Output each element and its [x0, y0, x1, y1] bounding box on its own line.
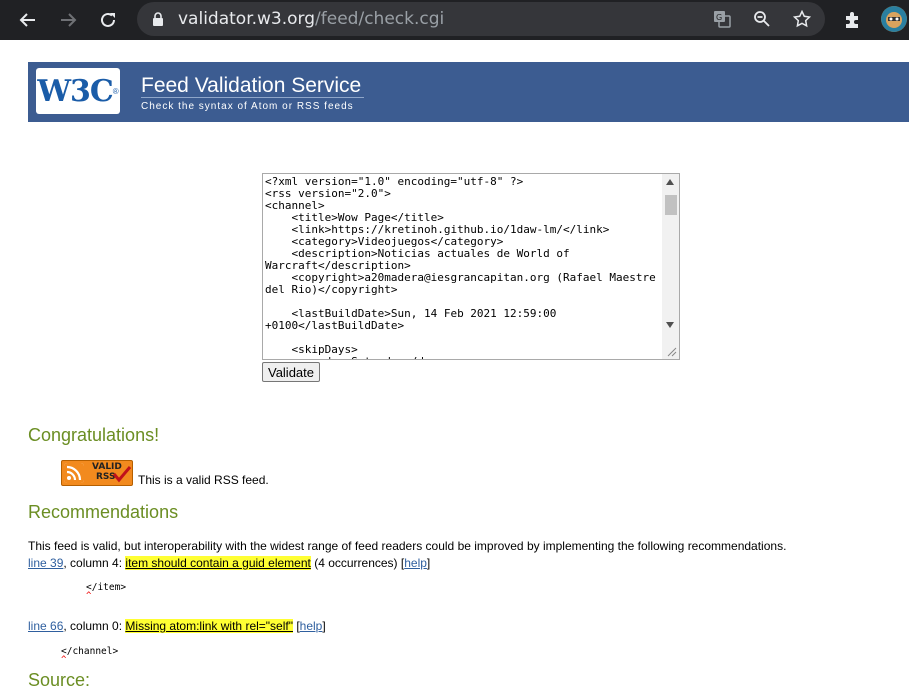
source-heading: Source:	[28, 670, 91, 690]
extensions-puzzle-icon[interactable]	[841, 9, 863, 31]
lock-icon[interactable]	[152, 12, 164, 31]
recommendation-message-link[interactable]: item should contain a guid element	[125, 556, 311, 570]
code-snippet: </channel>	[61, 646, 119, 657]
help-link[interactable]: help	[300, 619, 323, 633]
error-caret: ^	[86, 591, 92, 601]
column-text: , column 4:	[63, 556, 126, 570]
spacer-text	[293, 619, 296, 633]
zoom-icon[interactable]	[752, 9, 772, 29]
title-divider	[141, 97, 364, 98]
back-arrow-icon[interactable]	[17, 9, 39, 31]
forward-arrow-icon[interactable]	[57, 9, 79, 31]
reload-icon[interactable]	[97, 9, 119, 31]
recommendation-item: line 66, column 0: Missing atom:link wit…	[28, 619, 326, 633]
validate-button[interactable]: Validate	[262, 362, 320, 382]
profile-avatar-icon[interactable]	[881, 6, 907, 32]
scrollbar-thumb[interactable]	[665, 195, 677, 215]
code-snippet: </item>	[86, 582, 127, 593]
recommendation-item: line 39, column 4: item should contain a…	[28, 556, 431, 570]
recommendations-intro: This feed is valid, but interoperability…	[28, 539, 787, 553]
valid-rss-badge[interactable]: VALID RSS	[61, 460, 133, 486]
textarea-scrollbar[interactable]	[662, 174, 679, 359]
browser-toolbar: validator.w3.org/feed/check.cgi G	[0, 0, 909, 40]
bookmark-star-icon[interactable]	[792, 9, 812, 29]
help-link[interactable]: help	[404, 556, 427, 570]
line-link[interactable]: line 39	[28, 556, 63, 570]
page-subtitle: Check the syntax of Atom or RSS feeds	[141, 101, 354, 112]
url-path: /feed/check.cgi	[315, 9, 445, 29]
w3c-logo-text: W3C	[37, 73, 113, 109]
translate-icon[interactable]: G	[712, 9, 732, 29]
url-host: validator.w3.org	[178, 9, 316, 29]
rss-feed-icon	[64, 463, 84, 483]
address-bar[interactable]: validator.w3.org/feed/check.cgi G	[137, 2, 825, 36]
w3c-logo[interactable]: W3C ®	[36, 68, 120, 114]
valid-feed-message: This is a valid RSS feed.	[138, 473, 269, 487]
page-title[interactable]: Feed Validation Service	[141, 74, 361, 98]
recommendation-message-link[interactable]: Missing atom:link with rel="self"	[125, 619, 293, 633]
checkmark-icon	[112, 466, 132, 483]
feed-source-textarea[interactable]: <?xml version="1.0" encoding="utf-8" ?> …	[262, 173, 680, 360]
scroll-up-arrow-icon[interactable]	[666, 179, 674, 185]
error-caret: ^	[61, 655, 67, 665]
resize-grip-icon[interactable]	[667, 347, 677, 357]
occurrences-text: (4 occurrences)	[310, 556, 401, 570]
column-text: , column 0:	[63, 619, 126, 633]
registered-mark: ®	[112, 86, 119, 96]
recommendations-heading: Recommendations	[28, 502, 179, 522]
w3c-banner: W3C ® Feed Validation Service Check the s…	[28, 62, 909, 122]
feed-source-content: <?xml version="1.0" encoding="utf-8" ?> …	[265, 175, 656, 360]
scroll-down-arrow-icon[interactable]	[666, 322, 674, 328]
congratulations-heading: Congratulations!	[28, 425, 160, 445]
svg-text:G: G	[716, 13, 722, 22]
line-link[interactable]: line 66	[28, 619, 63, 633]
url-text[interactable]: validator.w3.org/feed/check.cgi	[178, 9, 444, 29]
